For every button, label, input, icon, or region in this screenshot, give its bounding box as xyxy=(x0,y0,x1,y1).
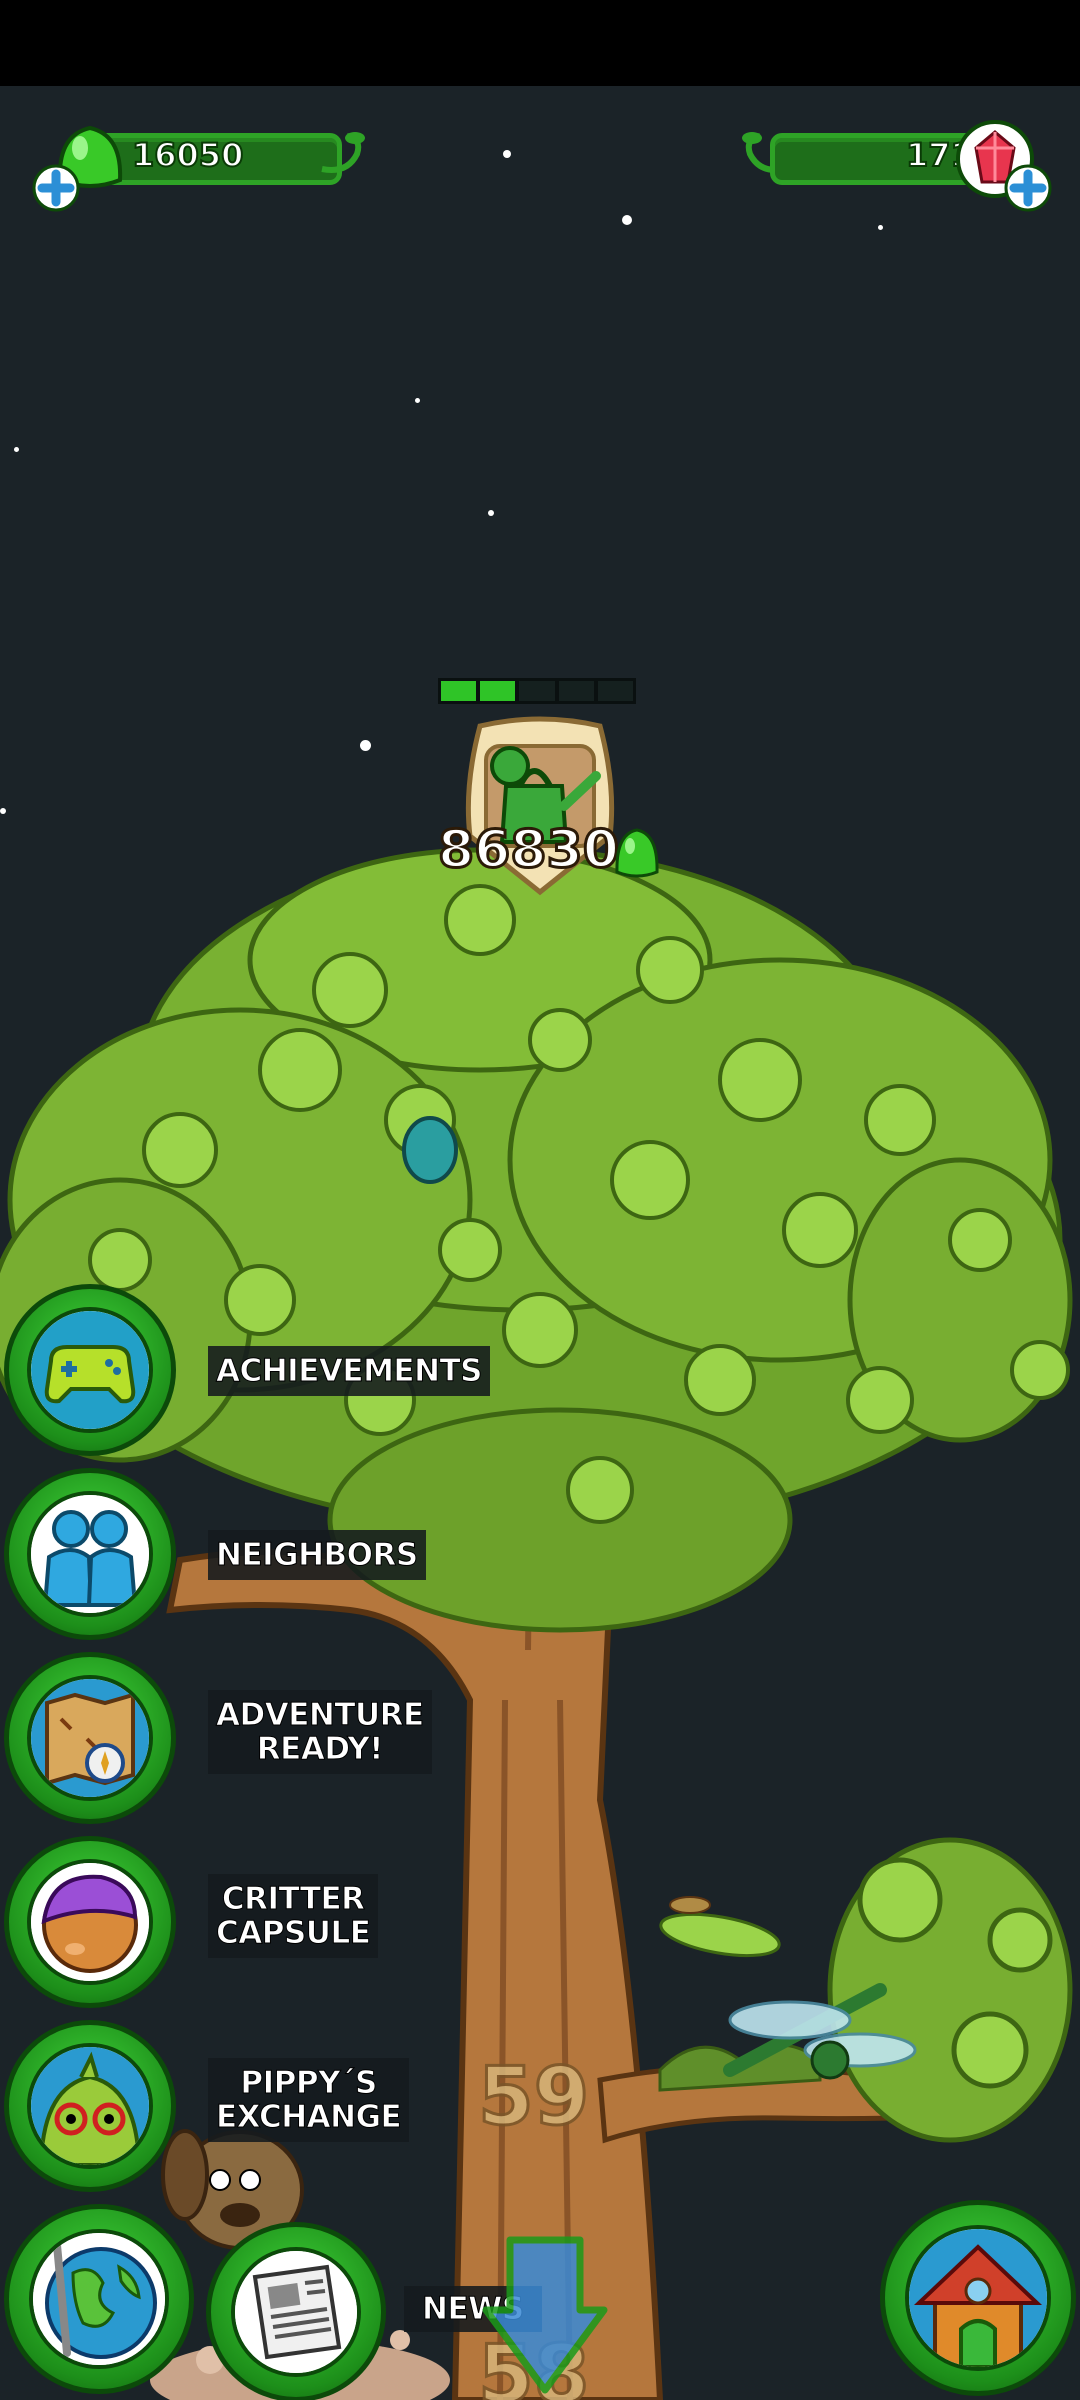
critter-capsule-icon xyxy=(31,1863,149,1981)
achievements-button[interactable] xyxy=(4,1284,176,1456)
progress-segment xyxy=(597,681,634,701)
progress-segment xyxy=(480,681,516,701)
adventure-label-line2: READY! xyxy=(256,1731,384,1767)
newspaper-icon xyxy=(235,2251,357,2373)
globe-icon xyxy=(33,2233,165,2365)
pippy-icon xyxy=(31,2047,149,2165)
add-gems-icon[interactable] xyxy=(1004,164,1052,212)
neighbors-label[interactable]: NEIGHBORS xyxy=(208,1530,426,1580)
gem-counter[interactable]: 171 xyxy=(730,120,1052,212)
add-gumdrops-icon[interactable] xyxy=(32,164,80,212)
progress-segment xyxy=(519,681,555,701)
progress-segment xyxy=(441,681,477,701)
pippys-exchange-button[interactable] xyxy=(4,2020,176,2192)
critter-capsule-button[interactable] xyxy=(4,1836,176,2008)
critter-capsule-label[interactable]: CRITTER CAPSULE xyxy=(208,1874,379,1958)
leaf-critter xyxy=(659,1896,781,1958)
seed-pod xyxy=(402,1116,458,1184)
upgrade-cost: 86830 xyxy=(437,819,621,882)
down-arrow-icon[interactable] xyxy=(480,2230,610,2400)
gumdrop-counter[interactable]: 16050 xyxy=(32,124,365,212)
vine-curl-icon xyxy=(321,132,365,173)
news-icon-frame xyxy=(231,2247,361,2377)
gumdrop-value: 16050 xyxy=(131,135,244,175)
news-button[interactable] xyxy=(206,2222,386,2400)
achievements-icon-frame xyxy=(27,1307,153,1433)
neighbors-icon-frame xyxy=(27,1491,153,1617)
neighbors-button[interactable] xyxy=(4,1468,176,1640)
neighbors-label-text: NEIGHBORS xyxy=(216,1537,419,1573)
critter-capsule-icon-frame xyxy=(27,1859,153,1985)
people-icon xyxy=(31,1495,149,1613)
progress-segment xyxy=(558,681,594,701)
world-map-button[interactable] xyxy=(4,2204,194,2394)
treasure-map-icon xyxy=(31,1679,149,1797)
upgrade-progress-bar xyxy=(438,678,636,704)
adventure-icon-frame xyxy=(27,1675,153,1801)
adventure-button[interactable] xyxy=(4,1652,176,1824)
pippys-exchange-icon-frame xyxy=(27,2043,153,2169)
gamepad-icon xyxy=(31,1311,149,1429)
world-map-icon-frame xyxy=(29,2229,169,2369)
critter-capsule-label-line2: CAPSULE xyxy=(215,1915,371,1951)
critter-capsule-label-line1: CRITTER xyxy=(221,1881,365,1917)
adventure-label-line1: ADVENTURE xyxy=(216,1697,425,1733)
pippys-exchange-label[interactable]: PIPPY´S EXCHANGE xyxy=(208,2058,410,2142)
pippys-exchange-label-line1: PIPPY´S xyxy=(240,2065,378,2101)
adventure-label[interactable]: ADVENTURE READY! xyxy=(208,1690,432,1774)
tree-illustration xyxy=(0,847,1073,2400)
achievements-label-text: ACHIEVEMENTS xyxy=(215,1353,483,1389)
achievements-label[interactable]: ACHIEVEMENTS xyxy=(208,1346,491,1396)
tree-level-current: 59 xyxy=(476,2049,590,2145)
home-button[interactable] xyxy=(880,2200,1076,2396)
house-icon xyxy=(909,2229,1047,2367)
green-gumdrop-icon xyxy=(615,828,659,878)
pippys-exchange-label-line2: EXCHANGE xyxy=(215,2099,402,2135)
home-icon-frame xyxy=(905,2225,1051,2371)
